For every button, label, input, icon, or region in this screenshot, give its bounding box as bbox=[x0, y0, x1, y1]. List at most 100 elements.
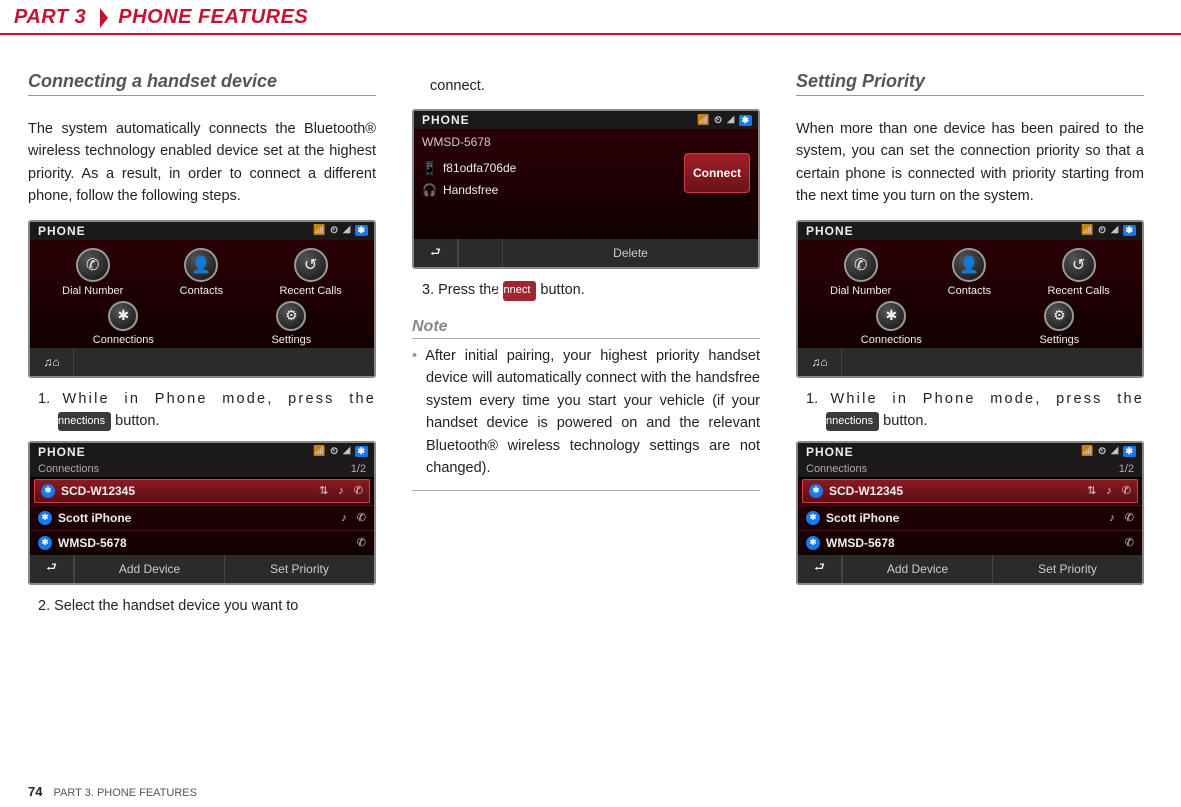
connect-button[interactable]: Connect bbox=[684, 153, 750, 193]
bluetooth-icon: ✱ bbox=[38, 536, 52, 550]
step-1-priority: 1. While in Phone mode, press the Connec… bbox=[806, 388, 1144, 433]
signal-icon: 📶 ⏲ ◢ bbox=[697, 115, 735, 126]
bluetooth-icon: ✱ bbox=[806, 536, 820, 550]
screenshot-connections-list-2: PHONE 📶 ⏲ ◢✱ Connections1/2 ✱SCD-W12345⇅… bbox=[796, 441, 1144, 585]
step1-num: 1. bbox=[38, 391, 63, 407]
recent-calls-button[interactable]: ↺Recent Calls bbox=[1047, 248, 1109, 297]
back-button[interactable]: ⮐ bbox=[30, 555, 74, 583]
chevron-divider-icon bbox=[100, 8, 108, 28]
contacts-icon: ⇅ bbox=[319, 484, 328, 497]
handsfree-icon: 🎧 bbox=[422, 183, 437, 197]
sub-title: Connections bbox=[38, 463, 99, 475]
bluetooth-icon: ✱ bbox=[739, 115, 752, 126]
device-name: WMSD-5678 bbox=[58, 536, 347, 550]
back-button[interactable]: ⮐ bbox=[414, 239, 458, 267]
connections-inline-button: Connections bbox=[826, 412, 879, 431]
device-row-3[interactable]: ✱WMSD-5678✆ bbox=[798, 530, 1142, 555]
contacts-button[interactable]: 👤Contacts bbox=[180, 248, 223, 297]
screenshot-connections-list-1: PHONE 📶 ⏲ ◢✱ Connections 1/2 ✱SCD-W12345⇅… bbox=[28, 441, 376, 585]
step-2: 2. Select the handset device you want to bbox=[38, 595, 376, 617]
step1-suffix: button. bbox=[879, 413, 927, 429]
part-label: PART 3 bbox=[14, 6, 86, 29]
status-title: PHONE bbox=[38, 445, 86, 459]
contacts-button[interactable]: 👤Contacts bbox=[948, 248, 991, 297]
status-bar: PHONE 📶 ⏲ ◢✱ bbox=[798, 222, 1142, 240]
column-2: connect. PHONE 📶 ⏲ ◢✱ WMSD-5678 📱f81odfa… bbox=[412, 71, 760, 625]
page-indicator: 1/2 bbox=[1119, 463, 1134, 475]
step2-continuation: connect. bbox=[412, 75, 760, 97]
dial-number-button[interactable]: ✆Dial Number bbox=[62, 248, 123, 297]
device-name: SCD-W12345 bbox=[829, 484, 1077, 498]
add-device-button[interactable]: Add Device bbox=[842, 555, 992, 583]
dial-number-button[interactable]: ✆Dial Number bbox=[830, 248, 891, 297]
step1-suffix: button. bbox=[111, 413, 159, 429]
bluetooth-icon: ✱ bbox=[809, 484, 823, 498]
contacts-icon: ⇅ bbox=[1087, 484, 1096, 497]
music-icon: ♪ bbox=[341, 512, 347, 524]
connections-inline-button: Connections bbox=[58, 412, 111, 431]
bluetooth-icon: ✱ bbox=[355, 225, 368, 236]
screenshot-device-detail: PHONE 📶 ⏲ ◢✱ WMSD-5678 📱f81odfa706de 🎧Ha… bbox=[412, 109, 760, 269]
back-button[interactable]: ⮐ bbox=[798, 555, 842, 583]
note-list: After initial pairing, your highest prio… bbox=[412, 345, 760, 491]
page-number: 74 bbox=[28, 784, 42, 799]
note-heading: Note bbox=[412, 318, 760, 339]
bluetooth-icon: ✱ bbox=[355, 446, 368, 457]
step1-text: While in Phone mode, press the bbox=[63, 391, 376, 407]
screenshot-phone-menu-1: PHONE 📶 ⏲ ◢✱ ✆Dial Number 👤Contacts ↺Rec… bbox=[28, 220, 376, 378]
music-icon: ♪ bbox=[1106, 485, 1112, 497]
intro-paragraph: The system automatically connects the Bl… bbox=[28, 118, 376, 208]
bluetooth-icon: ✱ bbox=[1123, 446, 1136, 457]
device-row-2[interactable]: ✱Scott iPhone♪✆ bbox=[798, 505, 1142, 530]
phone-icon: ✆ bbox=[357, 536, 366, 549]
media-icon[interactable]: ♫⌂ bbox=[798, 348, 842, 376]
column-1: Connecting a handset device The system a… bbox=[28, 71, 376, 625]
priority-intro: When more than one device has been paire… bbox=[796, 118, 1144, 208]
device-row-1[interactable]: ✱ SCD-W12345 ⇅ ♪ ✆ bbox=[802, 479, 1138, 503]
music-icon: ♪ bbox=[1109, 512, 1115, 524]
note-item: After initial pairing, your highest prio… bbox=[412, 345, 760, 480]
connections-label: Connections bbox=[861, 334, 922, 346]
recent-calls-button[interactable]: ↺Recent Calls bbox=[279, 248, 341, 297]
signal-icon: 📶 ⏲ ◢ bbox=[1081, 446, 1119, 457]
connect-inline-button: Connect bbox=[503, 281, 536, 300]
phone-icon: ✆ bbox=[1122, 484, 1131, 497]
device-name: Scott iPhone bbox=[58, 511, 331, 525]
page-indicator: 1/2 bbox=[351, 463, 366, 475]
set-priority-button[interactable]: Set Priority bbox=[992, 555, 1142, 583]
device-row-3[interactable]: ✱ WMSD-5678 ✆ bbox=[30, 530, 374, 555]
bluetooth-icon: ✱ bbox=[1123, 225, 1136, 236]
bluetooth-icon: ✱ bbox=[806, 511, 820, 525]
footer-text: PART 3. PHONE FEATURES bbox=[54, 787, 197, 799]
status-bar: PHONE 📶 ⏲ ◢✱ bbox=[798, 443, 1142, 461]
connections-button[interactable]: ✱Connections bbox=[93, 301, 154, 346]
sub-title: Connections bbox=[806, 463, 867, 475]
status-bar: PHONE 📶 ⏲ ◢✱ bbox=[414, 111, 758, 129]
step-3: 3. Press the Connect button. bbox=[422, 279, 760, 301]
delete-button[interactable]: Delete bbox=[502, 239, 758, 267]
connections-button[interactable]: ✱Connections bbox=[861, 301, 922, 346]
step1-text: While in Phone mode, press the bbox=[831, 391, 1144, 407]
contacts-label: Contacts bbox=[948, 285, 991, 297]
status-bar: PHONE 📶 ⏲ ◢✱ bbox=[30, 443, 374, 461]
add-device-button[interactable]: Add Device bbox=[74, 555, 224, 583]
recent-label: Recent Calls bbox=[1047, 285, 1109, 297]
spacer bbox=[458, 239, 502, 267]
media-icon[interactable]: ♫⌂ bbox=[30, 348, 74, 376]
device-row-1[interactable]: ✱SCD-W12345⇅♪✆ bbox=[34, 479, 370, 503]
phone-icon: ✆ bbox=[1125, 536, 1134, 549]
settings-label: Settings bbox=[271, 334, 311, 346]
settings-button[interactable]: ⚙Settings bbox=[271, 301, 311, 346]
dial-label: Dial Number bbox=[830, 285, 891, 297]
section-heading-priority: Setting Priority bbox=[796, 71, 1144, 96]
handsfree-label: Handsfree bbox=[443, 183, 498, 197]
status-title: PHONE bbox=[806, 224, 854, 238]
settings-button[interactable]: ⚙Settings bbox=[1039, 301, 1079, 346]
device-row-2[interactable]: ✱Scott iPhone♪✆ bbox=[30, 505, 374, 530]
recent-label: Recent Calls bbox=[279, 285, 341, 297]
phone-icon: 📱 bbox=[422, 161, 437, 175]
section-heading-connecting: Connecting a handset device bbox=[28, 71, 376, 96]
set-priority-button[interactable]: Set Priority bbox=[224, 555, 374, 583]
connections-label: Connections bbox=[93, 334, 154, 346]
signal-icon: 📶 ⏲ ◢ bbox=[313, 225, 351, 236]
